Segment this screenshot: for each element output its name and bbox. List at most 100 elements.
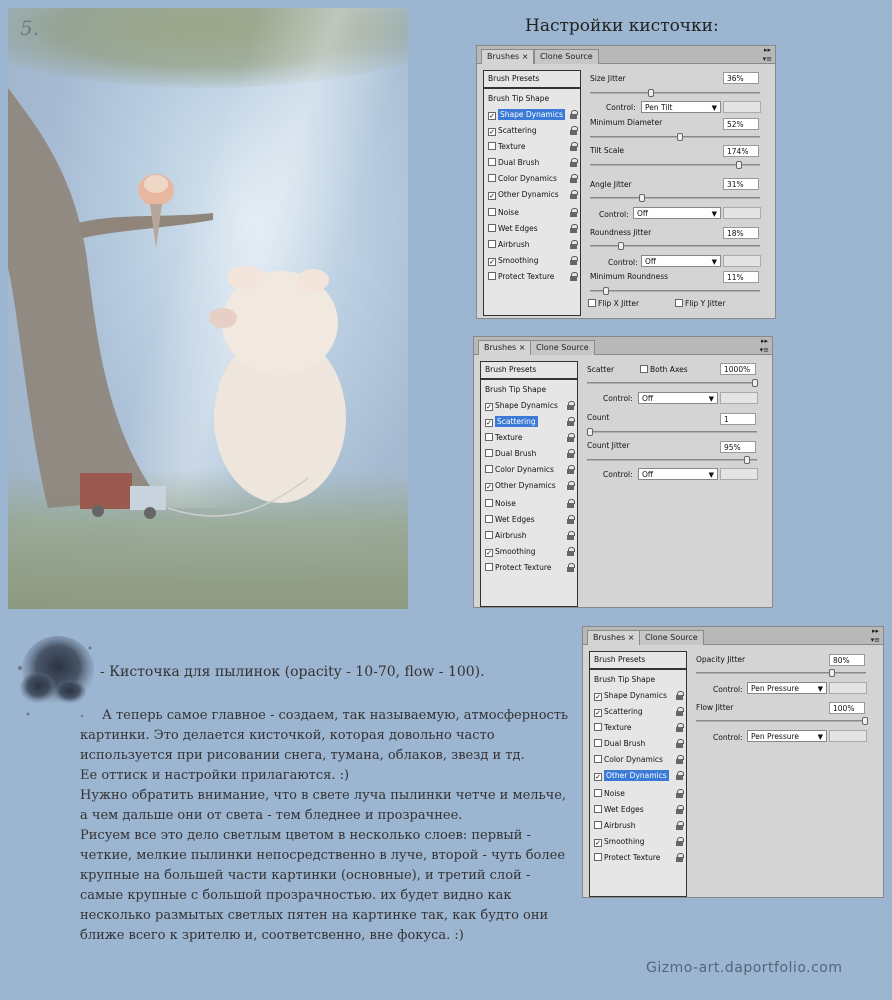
lock-icon[interactable] bbox=[676, 853, 684, 862]
checkbox[interactable] bbox=[488, 224, 496, 232]
lock-icon[interactable] bbox=[676, 771, 684, 780]
panel-menu-icon[interactable]: ▾≡ bbox=[760, 346, 769, 354]
min-diameter-slider[interactable] bbox=[590, 133, 760, 141]
lock-icon[interactable] bbox=[567, 401, 575, 410]
control-extra-field[interactable] bbox=[720, 392, 758, 404]
lock-icon[interactable] bbox=[570, 208, 578, 217]
size-jitter-slider[interactable] bbox=[590, 89, 760, 97]
checkbox[interactable] bbox=[488, 142, 496, 150]
control-dropdown-off[interactable]: Off ▼ bbox=[641, 255, 721, 267]
count-slider[interactable] bbox=[587, 428, 757, 436]
slider-thumb[interactable] bbox=[736, 161, 742, 169]
list-item-airbrush[interactable]: Airbrush bbox=[484, 237, 580, 253]
slider-thumb[interactable] bbox=[639, 194, 645, 202]
control-extra-field[interactable] bbox=[723, 101, 761, 113]
checkbox[interactable]: ✓ bbox=[488, 258, 496, 266]
list-item-color-dynamics[interactable]: Color Dynamics bbox=[484, 171, 580, 187]
brush-presets-button[interactable]: Brush Presets bbox=[590, 652, 686, 670]
slider-thumb[interactable] bbox=[752, 379, 758, 387]
scatter-slider[interactable] bbox=[587, 379, 758, 387]
panel-menu-icon[interactable]: ▾≡ bbox=[871, 636, 880, 644]
count-value[interactable]: 1 bbox=[720, 413, 756, 425]
lock-icon[interactable] bbox=[570, 174, 578, 183]
control-dropdown-pen-pressure[interactable]: Pen Pressure ▼ bbox=[747, 682, 827, 694]
lock-icon[interactable] bbox=[567, 481, 575, 490]
list-item-shape-dynamics[interactable]: ✓ Shape Dynamics bbox=[590, 688, 686, 704]
list-item-wet-edges[interactable]: Wet Edges bbox=[481, 512, 577, 528]
slider-thumb[interactable] bbox=[744, 456, 750, 464]
lock-icon[interactable] bbox=[567, 563, 575, 572]
checkbox[interactable] bbox=[488, 174, 496, 182]
lock-icon[interactable] bbox=[567, 531, 575, 540]
checkbox[interactable]: ✓ bbox=[485, 419, 493, 427]
flow-jitter-slider[interactable] bbox=[696, 717, 868, 725]
slider-thumb[interactable] bbox=[677, 133, 683, 141]
flip-y-jitter-checkbox[interactable]: Flip Y Jitter bbox=[675, 299, 725, 308]
list-item-color-dynamics[interactable]: Color Dynamics bbox=[481, 462, 577, 478]
lock-icon[interactable] bbox=[570, 110, 578, 119]
lock-icon[interactable] bbox=[676, 789, 684, 798]
list-item-shape-dynamics[interactable]: ✓ Shape Dynamics bbox=[484, 107, 580, 123]
control-dropdown-off[interactable]: Off ▼ bbox=[638, 392, 718, 404]
lock-icon[interactable] bbox=[567, 465, 575, 474]
lock-icon[interactable] bbox=[567, 515, 575, 524]
flow-jitter-value[interactable]: 100% bbox=[829, 702, 865, 714]
list-item-smoothing[interactable]: ✓ Smoothing bbox=[484, 253, 580, 269]
slider-thumb[interactable] bbox=[587, 428, 593, 436]
checkbox[interactable] bbox=[485, 515, 493, 523]
collapse-icon[interactable]: ▸▸ bbox=[764, 46, 771, 54]
lock-icon[interactable] bbox=[676, 691, 684, 700]
list-item-shape-dynamics[interactable]: ✓ Shape Dynamics bbox=[481, 398, 577, 414]
opacity-jitter-value[interactable]: 80% bbox=[829, 654, 865, 666]
checkbox[interactable]: ✓ bbox=[485, 483, 493, 491]
lock-icon[interactable] bbox=[567, 499, 575, 508]
count-jitter-slider[interactable] bbox=[587, 456, 757, 464]
list-item-other-dynamics[interactable]: ✓ Other Dynamics bbox=[481, 478, 577, 494]
checkbox[interactable] bbox=[485, 433, 493, 441]
slider-thumb[interactable] bbox=[648, 89, 654, 97]
list-item-noise[interactable]: Noise bbox=[484, 205, 580, 221]
control-dropdown-pen-pressure[interactable]: Pen Pressure ▼ bbox=[747, 730, 827, 742]
brush-presets-button[interactable]: Brush Presets bbox=[484, 71, 580, 89]
list-item-smoothing[interactable]: ✓ Smoothing bbox=[481, 544, 577, 560]
checkbox[interactable] bbox=[594, 805, 602, 813]
lock-icon[interactable] bbox=[570, 240, 578, 249]
tilt-scale-value[interactable]: 174% bbox=[723, 145, 759, 157]
list-item-texture[interactable]: Texture bbox=[481, 430, 577, 446]
lock-icon[interactable] bbox=[570, 190, 578, 199]
checkbox[interactable]: ✓ bbox=[488, 112, 496, 120]
collapse-icon[interactable]: ▸▸ bbox=[761, 337, 768, 345]
checkbox[interactable]: ✓ bbox=[485, 549, 493, 557]
checkbox[interactable] bbox=[488, 158, 496, 166]
list-item-protect-texture[interactable]: Protect Texture bbox=[481, 560, 577, 576]
checkbox[interactable] bbox=[485, 449, 493, 457]
angle-jitter-slider[interactable] bbox=[590, 194, 760, 202]
checkbox[interactable]: ✓ bbox=[594, 693, 602, 701]
control-extra-field[interactable] bbox=[829, 730, 867, 742]
lock-icon[interactable] bbox=[570, 224, 578, 233]
checkbox[interactable] bbox=[485, 531, 493, 539]
lock-icon[interactable] bbox=[676, 805, 684, 814]
min-roundness-slider[interactable] bbox=[590, 287, 760, 295]
tab-brushes[interactable]: Brushes × bbox=[481, 49, 535, 64]
checkbox[interactable] bbox=[640, 365, 648, 373]
list-item-color-dynamics[interactable]: Color Dynamics bbox=[590, 752, 686, 768]
checkbox[interactable] bbox=[594, 789, 602, 797]
min-diameter-value[interactable]: 52% bbox=[723, 118, 759, 130]
list-item-protect-texture[interactable]: Protect Texture bbox=[590, 850, 686, 866]
checkbox[interactable] bbox=[485, 563, 493, 571]
brush-presets-button[interactable]: Brush Presets bbox=[481, 362, 577, 380]
list-item-dual-brush[interactable]: Dual Brush bbox=[590, 736, 686, 752]
checkbox[interactable] bbox=[485, 465, 493, 473]
lock-icon[interactable] bbox=[676, 723, 684, 732]
list-item-scattering[interactable]: ✓ Scattering bbox=[481, 414, 577, 430]
list-item-dual-brush[interactable]: Dual Brush bbox=[484, 155, 580, 171]
lock-icon[interactable] bbox=[567, 547, 575, 556]
list-item-wet-edges[interactable]: Wet Edges bbox=[590, 802, 686, 818]
list-item-airbrush[interactable]: Airbrush bbox=[481, 528, 577, 544]
list-item-brush-tip-shape[interactable]: Brush Tip Shape bbox=[481, 382, 577, 398]
list-item-other-dynamics[interactable]: ✓ Other Dynamics bbox=[590, 768, 686, 784]
list-item-brush-tip-shape[interactable]: Brush Tip Shape bbox=[484, 91, 580, 107]
collapse-icon[interactable]: ▸▸ bbox=[872, 627, 879, 635]
checkbox[interactable]: ✓ bbox=[488, 192, 496, 200]
